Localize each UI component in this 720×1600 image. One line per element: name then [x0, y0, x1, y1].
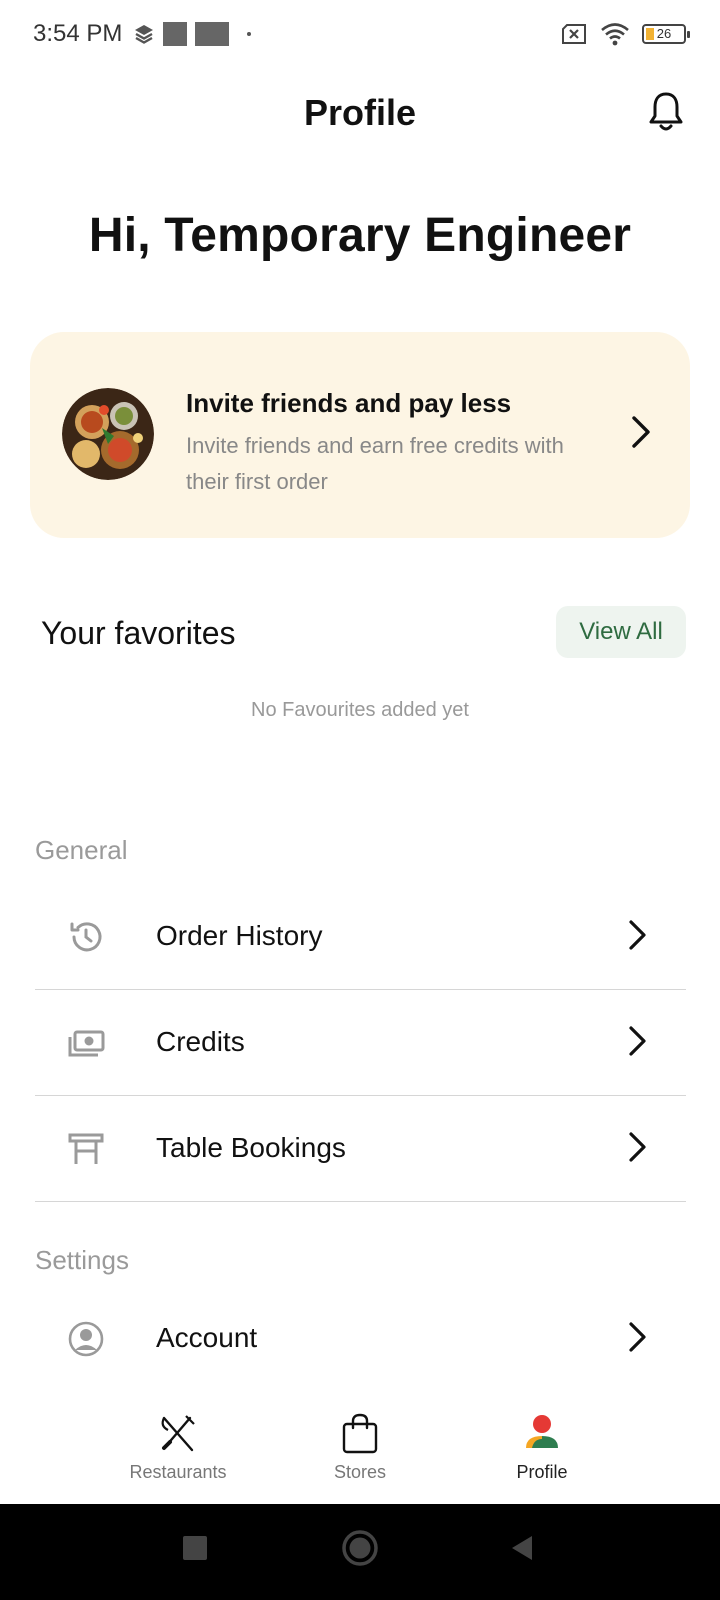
- more-notifications-dot: [247, 32, 251, 36]
- status-notification-icons: [133, 22, 251, 46]
- home-icon[interactable]: [341, 1529, 379, 1567]
- recents-icon[interactable]: [181, 1534, 209, 1562]
- menu-item-label: Table Bookings: [156, 1132, 346, 1163]
- battery-level: 26: [656, 26, 672, 41]
- wifi-icon: [601, 23, 629, 46]
- tab-label: Profile: [516, 1462, 568, 1482]
- favorites-empty-text: No Favourites added yet: [251, 699, 469, 721]
- tab-profile[interactable]: Profile: [467, 1412, 617, 1500]
- menu-item-label: Credits: [156, 1026, 245, 1057]
- chevron-right-icon: [629, 1132, 646, 1162]
- tab-label: Stores: [333, 1462, 387, 1482]
- battery-icon: 26: [642, 24, 690, 44]
- greeting-heading: Hi, Temporary Engineer: [88, 209, 632, 262]
- layers-icon: [135, 25, 153, 44]
- bell-icon[interactable]: [646, 90, 686, 134]
- bottom-tab-bar: Restaurants Stores Profile: [0, 1402, 720, 1504]
- chevron-right-icon: [629, 920, 646, 950]
- top-app-bar: Profile: [0, 88, 720, 140]
- menu-item-account[interactable]: Account: [35, 1286, 686, 1392]
- menu-item-table-bookings[interactable]: Table Bookings: [35, 1096, 686, 1202]
- chevron-right-icon: [632, 416, 650, 448]
- status-bar: 3:54 PM 26: [0, 0, 720, 70]
- status-system-icons: 26: [560, 22, 690, 46]
- notification-icon: [195, 22, 229, 46]
- tab-label: Restaurants: [129, 1462, 227, 1482]
- fork-knife-icon: [161, 1415, 195, 1452]
- back-icon[interactable]: [508, 1534, 536, 1562]
- chevron-right-icon: [629, 1322, 646, 1352]
- favorites-heading: Your favorites: [41, 615, 236, 651]
- user-circle-icon: [68, 1321, 104, 1357]
- table-icon: [68, 1133, 104, 1164]
- view-all-button[interactable]: View All: [556, 606, 686, 658]
- notification-icon: [163, 22, 187, 46]
- system-navigation-bar: [0, 1504, 720, 1600]
- profile-icon: [526, 1415, 558, 1448]
- menu-item-order-history[interactable]: Order History: [35, 884, 686, 990]
- invite-friends-card[interactable]: Invite friends and pay less Invite frien…: [30, 332, 690, 538]
- sim-off-icon: [562, 24, 586, 44]
- general-section-label: General: [35, 835, 128, 865]
- money-icon: [68, 1030, 105, 1057]
- food-image: [62, 388, 154, 480]
- shopping-bag-icon: [342, 1413, 378, 1454]
- status-time: 3:54 PM: [33, 20, 123, 47]
- chevron-right-icon: [629, 1026, 646, 1056]
- menu-item-label: Account: [156, 1322, 258, 1353]
- history-icon: [70, 922, 102, 952]
- tab-restaurants[interactable]: Restaurants: [103, 1412, 253, 1500]
- invite-title: Invite friends and pay less: [186, 388, 512, 418]
- menu-item-label: Order History: [156, 920, 323, 951]
- tab-stores[interactable]: Stores: [285, 1412, 435, 1500]
- menu-item-credits[interactable]: Credits: [35, 990, 686, 1096]
- invite-subtitle: Invite friends and earn free credits wit…: [186, 433, 564, 494]
- page-title: Profile: [303, 92, 417, 133]
- settings-section-label: Settings: [35, 1245, 129, 1275]
